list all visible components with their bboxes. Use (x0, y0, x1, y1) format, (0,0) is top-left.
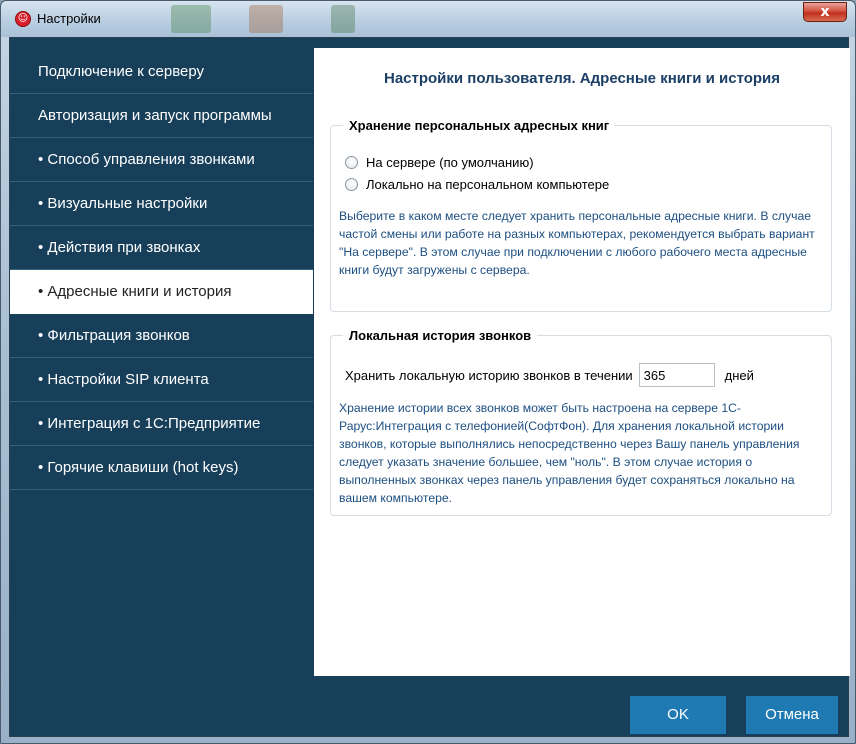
radio-label: Локально на персональном компьютере (366, 177, 610, 192)
radio-option-server[interactable]: На сервере (по умолчанию) (345, 155, 534, 170)
background-blur-icon (249, 5, 283, 33)
radio-button[interactable] (345, 178, 358, 191)
client-area: Подключение к серверу Авторизация и запу… (9, 37, 850, 737)
sidebar-item-sip-client[interactable]: • Настройки SIP клиента (10, 358, 313, 402)
settings-sidebar: Подключение к серверу Авторизация и запу… (10, 50, 313, 490)
history-days-unit: дней (724, 367, 754, 383)
address-book-storage-group: Хранение персональных адресных книг На с… (330, 118, 832, 312)
history-days-label: Хранить локальную историю звонков в тече… (345, 367, 633, 383)
storage-help-text: Выберите в каком месте следует хранить п… (339, 209, 815, 277)
sidebar-item-call-control[interactable]: • Способ управления звонками (10, 138, 313, 182)
close-button[interactable]: x (803, 2, 847, 22)
ok-button[interactable]: OK (630, 696, 726, 734)
radio-button[interactable] (345, 156, 358, 169)
app-logo-icon: ☺ (15, 11, 31, 27)
local-history-group: Локальная история звонков Хранить локаль… (330, 328, 832, 516)
history-days-row: Хранить локальную историю звонков в тече… (345, 363, 754, 387)
sidebar-item-call-actions[interactable]: • Действия при звонках (10, 226, 313, 270)
history-days-input[interactable] (638, 363, 715, 387)
page-title: Настройки пользователя. Адресные книги и… (383, 70, 781, 87)
sidebar-item-call-filter[interactable]: • Фильтрация звонков (10, 314, 313, 358)
settings-window: ☺ Настройки x Подключение к серверу Авто… (0, 0, 856, 744)
history-help-text: Хранение истории всех звонков может быть… (339, 401, 800, 505)
group-legend: Хранение персональных адресных книг (349, 118, 610, 133)
radio-label: На сервере (по умолчанию) (366, 155, 534, 170)
sidebar-item-hot-keys[interactable]: • Горячие клавиши (hot keys) (10, 446, 313, 490)
group-legend: Локальная история звонков (349, 328, 532, 343)
cancel-button[interactable]: Отмена (746, 696, 838, 734)
sidebar-item-authorization[interactable]: Авторизация и запуск программы (10, 94, 313, 138)
title-bar[interactable]: ☺ Настройки x (1, 1, 855, 37)
sidebar-item-visual-settings[interactable]: • Визуальные настройки (10, 182, 313, 226)
sidebar-item-address-books[interactable]: • Адресные книги и история (10, 270, 313, 314)
settings-content-panel: Настройки пользователя. Адресные книги и… (314, 48, 850, 676)
sidebar-item-1c-integration[interactable]: • Интеграция с 1С:Предприятие (10, 402, 313, 446)
window-title: Настройки (37, 11, 101, 26)
background-blur-icon (331, 5, 355, 33)
background-blur-icon (171, 5, 211, 33)
sidebar-item-server-connection[interactable]: Подключение к серверу (10, 50, 313, 94)
radio-option-local[interactable]: Локально на персональном компьютере (345, 177, 609, 192)
